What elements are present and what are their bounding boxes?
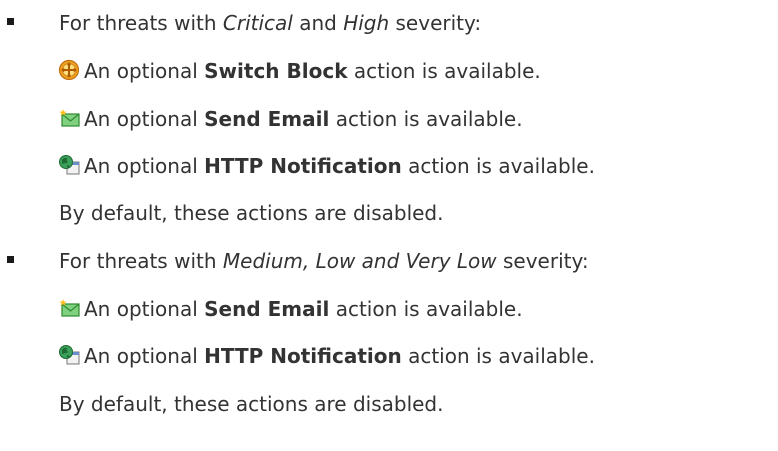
action-prefix: An optional	[84, 59, 205, 83]
intro-suffix: severity:	[389, 11, 482, 35]
send-email-icon	[58, 107, 80, 129]
action-name-http-notification: HTTP Notification	[204, 344, 402, 368]
action-name-send-email: Send Email	[204, 297, 330, 321]
bullet-text: For threats with Critical and High sever…	[59, 8, 481, 38]
severity-critical: Critical	[222, 11, 293, 35]
intro-suffix: severity:	[496, 249, 589, 273]
switch-block-icon	[58, 59, 80, 81]
intro-prefix: For threats with	[59, 11, 223, 35]
action-prefix: An optional	[84, 154, 205, 178]
action-suffix: action is available.	[347, 59, 541, 83]
intro-prefix: For threats with	[59, 249, 223, 273]
document: For threats with Critical and High sever…	[0, 0, 778, 451]
severity-high: High	[343, 11, 390, 35]
action-suffix: action is available.	[401, 344, 595, 368]
http-notification-icon	[58, 344, 80, 366]
default-disabled-note: By default, these actions are disabled.	[59, 392, 444, 416]
action-prefix: An optional	[84, 344, 205, 368]
send-email-icon	[58, 297, 80, 319]
and-word: and	[292, 11, 344, 35]
action-send-email: An optional Send Email action is availab…	[58, 104, 523, 134]
action-name-switch-block: Switch Block	[204, 59, 348, 83]
bullet-text: For threats with Medium, Low and Very Lo…	[59, 246, 589, 276]
action-switch-block: An optional Switch Block action is avail…	[58, 56, 541, 86]
action-send-email: An optional Send Email action is availab…	[58, 294, 523, 324]
action-suffix: action is available.	[401, 154, 595, 178]
severity-medium-low: Medium, Low and Very Low	[222, 249, 497, 273]
bullet-square-icon	[7, 18, 14, 25]
action-suffix: action is available.	[329, 297, 523, 321]
default-disabled-note: By default, these actions are disabled.	[59, 201, 444, 225]
action-name-http-notification: HTTP Notification	[204, 154, 402, 178]
action-http-notification: An optional HTTP Notification action is …	[58, 341, 595, 371]
action-prefix: An optional	[84, 297, 205, 321]
action-prefix: An optional	[84, 107, 205, 131]
action-name-send-email: Send Email	[204, 107, 330, 131]
bullet-square-icon	[7, 256, 14, 263]
action-http-notification: An optional HTTP Notification action is …	[58, 151, 595, 181]
action-suffix: action is available.	[329, 107, 523, 131]
http-notification-icon	[58, 154, 80, 176]
